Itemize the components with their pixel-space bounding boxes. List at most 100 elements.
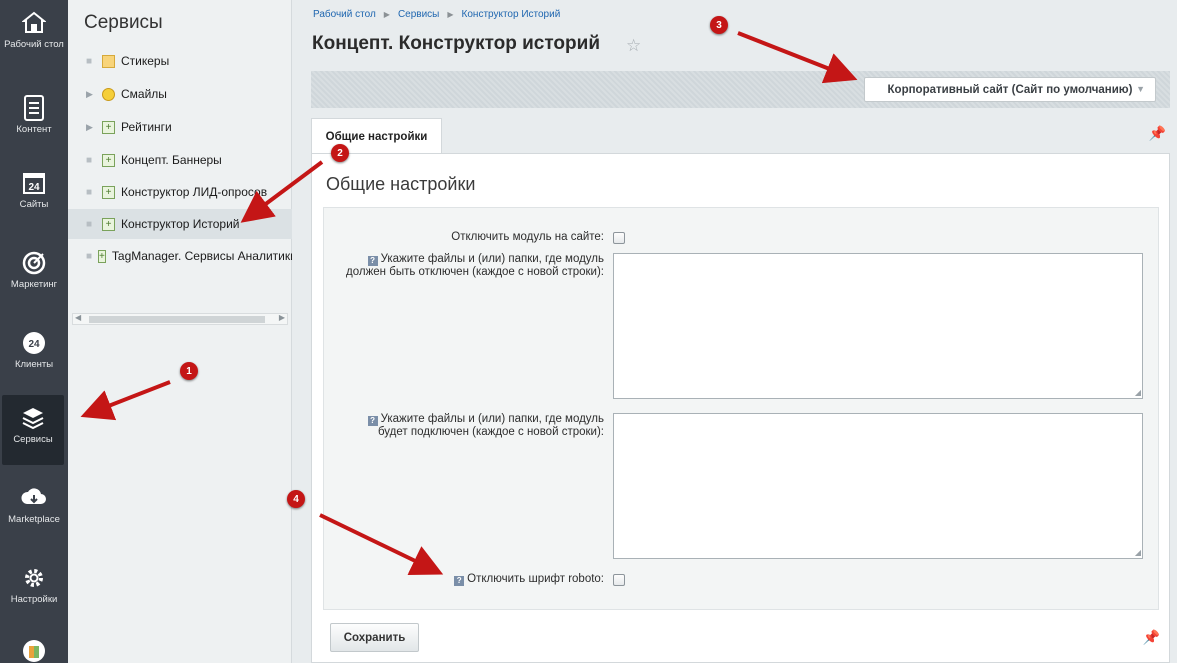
disable-roboto-label: ? Отключить шрифт roboto: <box>454 573 604 586</box>
disable-paths-label: ? Укажите файлы и (или) папки, где модуль… <box>346 253 604 278</box>
target-icon <box>21 250 47 276</box>
scroll-right-icon[interactable]: ▶ <box>279 313 285 322</box>
sidebar-item-label: Смайлы <box>121 87 167 101</box>
module-icon: + <box>102 217 115 231</box>
bullet-icon: ■ <box>86 218 93 230</box>
rail-label: Контент <box>16 124 52 135</box>
disable-module-checkbox[interactable] <box>613 232 625 244</box>
sidebar-title: Сервисы <box>84 12 163 33</box>
bullet-icon: ■ <box>86 250 93 262</box>
settings-form: Отключить модуль на сайте: ? Укажите файл… <box>323 207 1159 610</box>
gear-icon <box>21 565 47 591</box>
breadcrumb-link[interactable]: Рабочий стол <box>313 9 376 20</box>
cloud-download-icon <box>21 485 47 511</box>
home-icon <box>21 10 47 36</box>
tab-general-settings[interactable]: Общие настройки <box>311 118 442 154</box>
save-button[interactable]: Сохранить <box>330 623 419 652</box>
scrollbar-thumb[interactable] <box>89 316 265 323</box>
favorite-star-icon[interactable]: ☆ <box>626 36 641 56</box>
expand-arrow-icon[interactable]: ▶ <box>86 122 96 133</box>
clients-24-icon: 24 <box>21 330 47 356</box>
sidebar-item-label: Конструктор ЛИД-опросов <box>121 185 268 199</box>
breadcrumb-link[interactable]: Сервисы <box>398 9 439 20</box>
section-title: Общие настройки <box>326 174 476 194</box>
tab-label: Общие настройки <box>325 130 428 143</box>
module-icon: + <box>98 249 106 263</box>
rail-label: Сайты <box>19 199 49 210</box>
services-sidebar: Сервисы ■ Стикеры ▶ Смайлы ▶ + Рейтинги … <box>68 0 292 663</box>
sidebar-item-stickers[interactable]: ■ Стикеры <box>68 46 292 76</box>
rail-label: Рабочий стол <box>4 39 64 50</box>
sidebar-item-label: Концепт. Баннеры <box>121 153 222 167</box>
pin-icon[interactable]: 📌 <box>1149 125 1166 142</box>
annotation-badge-1: 1 <box>180 362 198 380</box>
resize-grip-icon[interactable]: ◢ <box>1135 388 1141 397</box>
sidebar-item-ratings[interactable]: ▶ + Рейтинги <box>68 112 292 142</box>
rail-label: Настройки <box>10 594 58 605</box>
sidebar-item-label: Рейтинги <box>121 120 172 134</box>
bullet-icon: ■ <box>86 55 93 67</box>
shop-icon[interactable] <box>23 640 45 662</box>
rail-item-marketing[interactable]: Маркетинг <box>0 240 68 316</box>
breadcrumb: Рабочий стол ▶ Сервисы ▶ Конструктор Историй <box>313 9 560 20</box>
scroll-left-icon[interactable]: ◀ <box>75 313 81 322</box>
left-rail: Рабочий стол Контент 24 Сайты Маркетинг … <box>0 0 68 663</box>
sidebar-item-lead-polls[interactable]: ■ + Конструктор ЛИД-опросов <box>68 177 292 207</box>
annotation-badge-2: 2 <box>331 144 349 162</box>
rail-label: Клиенты <box>14 359 54 370</box>
sidebar-scrollbar[interactable]: ◀ ▶ <box>72 313 288 325</box>
svg-text:24: 24 <box>28 339 40 350</box>
sidebar-item-banners[interactable]: ■ + Концепт. Баннеры <box>68 145 292 175</box>
disable-paths-textarea[interactable]: ◢ <box>613 253 1143 399</box>
help-icon[interactable]: ? <box>454 576 465 586</box>
annotation-badge-3: 3 <box>710 16 728 34</box>
chevron-down-icon: ▼ <box>1136 84 1145 94</box>
svg-text:24: 24 <box>28 182 40 193</box>
bullet-icon: ■ <box>86 154 93 166</box>
smile-icon <box>102 87 115 101</box>
disable-roboto-checkbox[interactable] <box>613 574 625 586</box>
help-icon[interactable]: ? <box>367 256 378 266</box>
rail-item-settings[interactable]: Настройки <box>0 555 68 631</box>
rail-item-sites[interactable]: 24 Сайты <box>0 160 68 236</box>
annotation-badge-4: 4 <box>287 490 305 508</box>
module-icon: + <box>102 120 115 134</box>
module-icon: + <box>102 185 115 199</box>
expand-arrow-icon[interactable]: ▶ <box>86 89 96 100</box>
layers-icon <box>20 405 46 431</box>
enable-paths-textarea[interactable]: ◢ <box>613 413 1143 559</box>
disable-module-label: Отключить модуль на сайте: <box>451 231 604 243</box>
rail-label: Сервисы <box>13 434 53 445</box>
document-icon <box>21 95 47 121</box>
rail-item-content[interactable]: Контент <box>0 85 68 161</box>
settings-panel: Общие настройки Отключить модуль на сайт… <box>311 153 1170 663</box>
toolbar: Корпоративный сайт (Сайт по умолчанию) ▼ <box>311 71 1170 108</box>
sidebar-item-smiles[interactable]: ▶ Смайлы <box>68 79 292 109</box>
breadcrumb-separator-icon: ▶ <box>447 10 454 19</box>
breadcrumb-link[interactable]: Конструктор Историй <box>462 9 561 20</box>
sticker-icon <box>102 54 115 68</box>
site-select[interactable]: Корпоративный сайт (Сайт по умолчанию) ▼ <box>864 77 1156 102</box>
breadcrumb-separator-icon: ▶ <box>383 10 390 19</box>
rail-label: Marketplace <box>8 514 60 525</box>
main-content: Рабочий стол ▶ Сервисы ▶ Конструктор Историй… <box>293 0 1177 663</box>
resize-grip-icon[interactable]: ◢ <box>1135 548 1141 557</box>
rail-item-services[interactable]: Сервисы <box>2 395 64 465</box>
sidebar-item-stories[interactable]: ■ + Конструктор Историй <box>68 209 292 239</box>
module-icon: + <box>102 153 115 167</box>
sidebar-item-tagmanager[interactable]: ■ + TagManager. Сервисы Аналитики <box>68 241 292 271</box>
help-icon[interactable]: ? <box>367 416 378 426</box>
rail-label: Маркетинг <box>10 279 58 290</box>
pin-icon[interactable]: 📌 <box>1143 629 1160 646</box>
sidebar-item-label: TagManager. Сервисы Аналитики <box>111 249 292 263</box>
page-title: Концепт. Конструктор историй <box>312 33 600 54</box>
rail-item-marketplace[interactable]: Marketplace <box>0 475 68 551</box>
calendar-24-icon: 24 <box>21 170 47 196</box>
sidebar-item-label: Конструктор Историй <box>121 217 240 231</box>
enable-paths-label: ? Укажите файлы и (или) папки, где модуль… <box>367 413 604 439</box>
rail-item-clients[interactable]: 24 Клиенты <box>0 320 68 396</box>
rail-item-desktop[interactable]: Рабочий стол <box>0 0 68 76</box>
site-select-value: Корпоративный сайт (Сайт по умолчанию) <box>887 83 1133 96</box>
sidebar-item-label: Стикеры <box>121 54 170 68</box>
bullet-icon: ■ <box>86 186 93 198</box>
